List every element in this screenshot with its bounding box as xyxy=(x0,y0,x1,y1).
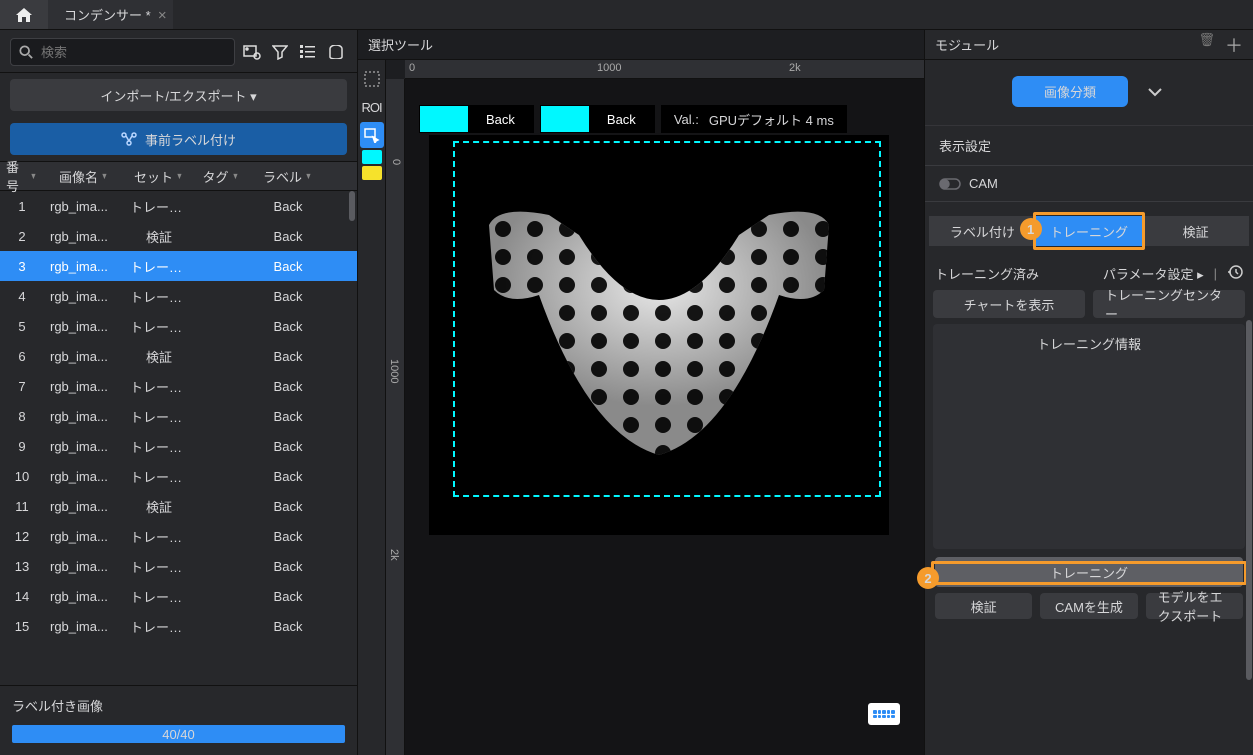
col-name[interactable]: 画像名▼ xyxy=(44,167,124,186)
pred-label-chip: Back xyxy=(540,105,655,133)
roi-tool[interactable]: ROI xyxy=(360,94,384,120)
table-row[interactable]: 13rgb_ima...トレーニ...Back xyxy=(0,551,357,581)
image-display xyxy=(429,135,889,535)
table-row[interactable]: 1rgb_ima...トレーニ...Back xyxy=(0,191,357,221)
col-no[interactable]: 番号▼ xyxy=(0,157,44,195)
col-label[interactable]: ラベル▼ xyxy=(248,167,328,186)
trash-icon[interactable]: 🗑 xyxy=(1198,32,1215,58)
scrollbar-thumb[interactable] xyxy=(349,191,355,221)
show-chart-button[interactable]: チャートを表示 xyxy=(933,290,1085,318)
roi-rectangle[interactable] xyxy=(453,141,881,497)
search-field[interactable] xyxy=(39,44,226,61)
expand-module-icon[interactable] xyxy=(1144,81,1166,103)
filter-icon[interactable] xyxy=(269,41,291,63)
progress-bar: 40/40 xyxy=(12,725,345,743)
import-export-button[interactable]: インポート/エクスポート ▾ xyxy=(10,79,347,111)
swatch-cyan[interactable] xyxy=(362,150,382,164)
export-model-button[interactable]: モデルをエクスポート xyxy=(1146,593,1243,619)
archive-icon[interactable] xyxy=(325,41,347,63)
gt-label-chip: Back xyxy=(419,105,534,133)
table-row[interactable]: 10rgb_ima...トレーニ...Back xyxy=(0,461,357,491)
display-settings-title: 表示設定 xyxy=(939,139,991,154)
col-set[interactable]: セット▼ xyxy=(124,167,194,186)
footer-title: ラベル付き画像 xyxy=(12,696,345,715)
module-chip[interactable]: 画像分類 xyxy=(1012,76,1128,107)
train-button[interactable]: トレーニング xyxy=(935,557,1243,587)
table-row[interactable]: 7rgb_ima...トレーニ...Back xyxy=(0,371,357,401)
history-icon[interactable] xyxy=(1227,264,1243,283)
tab-title: コンデンサー * xyxy=(64,5,151,24)
tab-verify[interactable]: 検証 xyxy=(1142,216,1249,246)
search-input[interactable] xyxy=(10,38,235,66)
params-link[interactable]: パラメータ設定 ▸ xyxy=(1103,264,1204,283)
table-row[interactable]: 9rgb_ima...トレーニ...Back xyxy=(0,431,357,461)
right-scrollbar[interactable] xyxy=(1246,320,1252,700)
gen-cam-button[interactable]: CAMを生成 xyxy=(1040,593,1137,619)
trained-status: トレーニング済み xyxy=(935,264,1039,283)
table-row[interactable]: 15rgb_ima...トレーニ...Back xyxy=(0,611,357,641)
verify-button[interactable]: 検証 xyxy=(935,593,1032,619)
table-row[interactable]: 11rgb_ima...検証Back xyxy=(0,491,357,521)
table-row[interactable]: 6rgb_ima...検証Back xyxy=(0,341,357,371)
table-row[interactable]: 12rgb_ima...トレーニ...Back xyxy=(0,521,357,551)
training-info-panel: トレーニング情報 xyxy=(933,324,1245,549)
keyboard-shortcuts-icon[interactable] xyxy=(868,703,900,725)
table-row[interactable]: 5rgb_ima...トレーニ...Back xyxy=(0,311,357,341)
table-row[interactable]: 2rgb_ima...検証Back xyxy=(0,221,357,251)
home-button[interactable] xyxy=(0,0,48,29)
add-icon[interactable]: ＋ xyxy=(1225,32,1243,58)
col-tag[interactable]: タグ▼ xyxy=(194,167,248,186)
callout-badge-2: 2 xyxy=(917,567,939,589)
table-row[interactable]: 4rgb_ima...トレーニ...Back xyxy=(0,281,357,311)
tab-training[interactable]: トレーニング xyxy=(1036,216,1143,246)
center-title: 選択ツール xyxy=(358,30,924,60)
ruler-horizontal: 0 1000 2k xyxy=(405,60,924,79)
image-table: 1rgb_ima...トレーニ...Back2rgb_ima...検証Back3… xyxy=(0,191,357,685)
table-row[interactable]: 14rgb_ima...トレーニ...Back xyxy=(0,581,357,611)
pre-label-text: 事前ラベル付け xyxy=(145,130,236,149)
training-center-button[interactable]: トレーニングセンター xyxy=(1093,290,1245,318)
rect-select-tool[interactable] xyxy=(360,122,384,148)
swatch-yellow[interactable] xyxy=(362,166,382,180)
modules-title: モジュール xyxy=(935,35,999,54)
lasso-tool[interactable] xyxy=(360,66,384,92)
callout-badge-1: 1 xyxy=(1020,218,1042,240)
document-tab[interactable]: コンデンサー * × xyxy=(48,0,173,29)
image-settings-icon[interactable] xyxy=(241,41,263,63)
close-icon[interactable]: × xyxy=(158,7,167,24)
canvas-viewport[interactable]: Back Back Val.:GPUデフォルト 4 ms xyxy=(405,79,924,755)
table-row[interactable]: 3rgb_ima...トレーニ...Back xyxy=(0,251,357,281)
list-icon[interactable] xyxy=(297,41,319,63)
pre-label-button[interactable]: 事前ラベル付け xyxy=(10,123,347,155)
import-export-label: インポート/エクスポート ▾ xyxy=(100,86,256,105)
inference-info: Val.:GPUデフォルト 4 ms xyxy=(661,105,847,133)
cam-toggle[interactable]: CAM xyxy=(925,166,1253,202)
ruler-vertical: 0 1000 2k xyxy=(386,79,405,755)
table-row[interactable]: 8rgb_ima...トレーニ...Back xyxy=(0,401,357,431)
